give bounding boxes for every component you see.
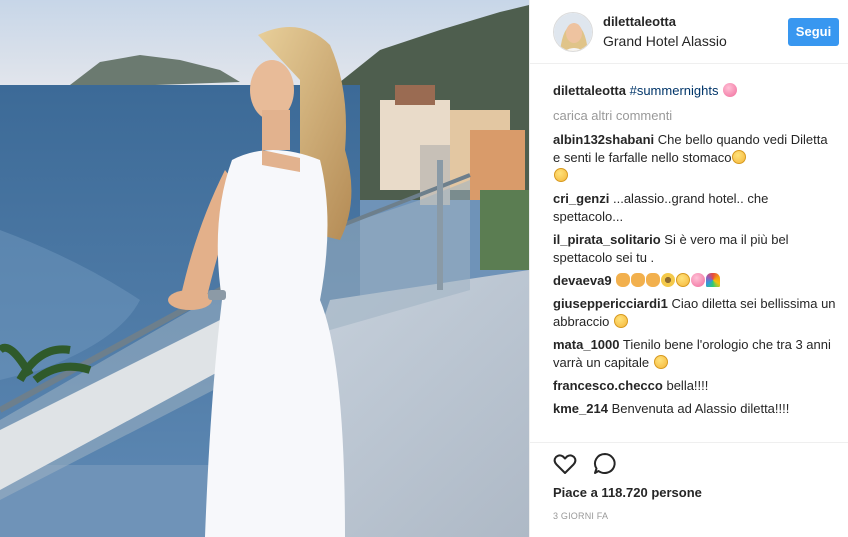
load-more-comments[interactable]: carica altri commenti [553, 107, 838, 125]
comment-item: giuseppericciardi1 Ciao diletta sei bell… [553, 295, 838, 331]
kiss-emoji-icon [614, 314, 628, 328]
pray-emoji-icon [646, 273, 661, 287]
header-text: dilettaleotta Grand Hotel Alassio [603, 13, 727, 50]
instagram-post: dilettaleotta Grand Hotel Alassio Segui … [0, 0, 848, 537]
comment-username[interactable]: albin132shabani [553, 132, 654, 147]
side-panel: dilettaleotta Grand Hotel Alassio Segui … [529, 0, 848, 537]
caption: dilettaleotta #summernights [553, 82, 838, 100]
post-header: dilettaleotta Grand Hotel Alassio Segui [530, 0, 848, 64]
comment-text: bella!!!! [666, 378, 709, 393]
comment-username[interactable]: cri_genzi [553, 191, 609, 206]
grin-emoji-icon [732, 150, 747, 164]
comment-item: francesco.checco bella!!!! [553, 377, 838, 395]
comment-text: Benvenuta ad Alassio diletta!!!! [611, 401, 790, 416]
post-photo[interactable] [0, 0, 529, 537]
header-location[interactable]: Grand Hotel Alassio [603, 32, 727, 50]
ok-hand-emoji-icon [631, 273, 646, 287]
avatar-image [554, 12, 592, 51]
comment-item: devaeva9 [553, 272, 838, 290]
comment-item: cri_genzi ...alassio..grand hotel.. che … [553, 190, 838, 226]
comment-username[interactable]: mata_1000 [553, 337, 620, 352]
heart-icon[interactable] [552, 451, 578, 477]
comment-username[interactable]: devaeva9 [553, 273, 612, 288]
grin-emoji-icon [554, 168, 568, 182]
comment-username[interactable]: francesco.checco [553, 378, 663, 393]
rainbow-emoji-icon [706, 273, 721, 287]
comment-item: kme_214 Benvenuta ad Alassio diletta!!!! [553, 400, 838, 418]
comment-item: mata_1000 Tienilo bene l'orologio che tr… [553, 336, 838, 372]
header-username[interactable]: dilettaleotta [603, 13, 727, 30]
follow-button[interactable]: Segui [788, 18, 839, 46]
comment-username[interactable]: kme_214 [553, 401, 608, 416]
wink-emoji-icon [653, 355, 668, 369]
post-timestamp[interactable]: 3 GIORNI FA [530, 511, 848, 521]
likes-count[interactable]: Piace a 118.720 persone [530, 484, 848, 502]
comment-username[interactable]: giuseppericciardi1 [553, 296, 668, 311]
action-bar [530, 442, 848, 484]
hibiscus-emoji-icon [691, 273, 706, 287]
caption-username[interactable]: dilettaleotta [553, 83, 626, 98]
comment-icon[interactable] [592, 451, 618, 477]
avatar[interactable] [553, 11, 593, 52]
smile-emoji-icon [676, 273, 691, 287]
photo-illustration [0, 0, 529, 537]
sunflower-emoji-icon [661, 273, 676, 287]
caption-hashtag[interactable]: #summernights [630, 83, 719, 98]
peach-emoji-icon [723, 83, 738, 97]
comment-item: albin132shabani Che bello quando vedi Di… [553, 131, 838, 185]
comment-item: il_pirata_solitario Si è vero ma il più … [553, 231, 838, 267]
comments-list: dilettaleotta #summernights carica altri… [530, 64, 848, 442]
comment-username[interactable]: il_pirata_solitario [553, 232, 661, 247]
ok-hand-emoji-icon [616, 273, 631, 287]
